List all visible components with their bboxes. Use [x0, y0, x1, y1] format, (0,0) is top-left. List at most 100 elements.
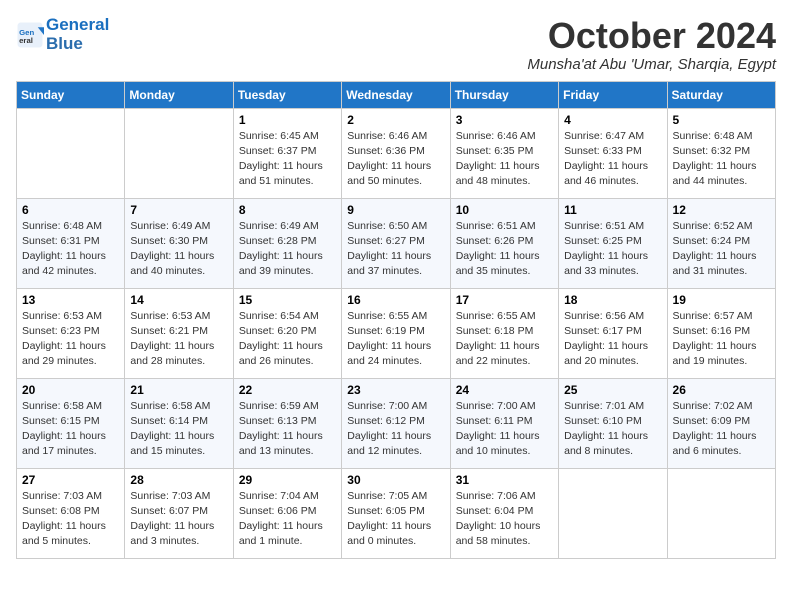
day-info: Sunrise: 7:06 AM Sunset: 6:04 PM Dayligh…	[456, 489, 553, 550]
day-number: 30	[347, 473, 444, 487]
calendar-cell: 22 Sunrise: 6:59 AM Sunset: 6:13 PM Dayli…	[233, 378, 341, 468]
calendar-cell: 4 Sunrise: 6:47 AM Sunset: 6:33 PM Daylig…	[559, 108, 667, 198]
calendar-cell: 5 Sunrise: 6:48 AM Sunset: 6:32 PM Daylig…	[667, 108, 775, 198]
day-number: 25	[564, 383, 661, 397]
day-info: Sunrise: 6:55 AM Sunset: 6:18 PM Dayligh…	[456, 309, 553, 370]
calendar-cell: 29 Sunrise: 7:04 AM Sunset: 6:06 PM Dayli…	[233, 468, 341, 558]
calendar-cell: 16Sunrise: 6:55 AM Sunset: 6:19 PM Dayli…	[342, 288, 450, 378]
day-number: 10	[456, 203, 553, 217]
calendar-table: SundayMondayTuesdayWednesdayThursdayFrid…	[16, 81, 776, 559]
month-title: October 2024	[527, 16, 776, 56]
day-number: 27	[22, 473, 119, 487]
day-number: 20	[22, 383, 119, 397]
day-number: 29	[239, 473, 336, 487]
day-info: Sunrise: 6:48 AM Sunset: 6:31 PM Dayligh…	[22, 219, 119, 280]
day-info: Sunrise: 6:58 AM Sunset: 6:15 PM Dayligh…	[22, 399, 119, 460]
calendar-cell: 13 Sunrise: 6:53 AM Sunset: 6:23 PM Dayli…	[17, 288, 125, 378]
day-info: Sunrise: 7:01 AM Sunset: 6:10 PM Dayligh…	[564, 399, 661, 460]
calendar-week-3: 13 Sunrise: 6:53 AM Sunset: 6:23 PM Dayli…	[17, 288, 776, 378]
calendar-body: 1 Sunrise: 6:45 AM Sunset: 6:37 PM Daylig…	[17, 108, 776, 558]
day-info: Sunrise: 6:48 AM Sunset: 6:32 PM Dayligh…	[673, 129, 770, 190]
day-number: 11	[564, 203, 661, 217]
day-number: 14	[130, 293, 227, 307]
day-number: 26	[673, 383, 770, 397]
day-info: Sunrise: 7:00 AM Sunset: 6:11 PM Dayligh…	[456, 399, 553, 460]
title-area: October 2024 Munsha'at Abu 'Umar, Sharqi…	[527, 16, 776, 73]
calendar-header-friday: Friday	[559, 81, 667, 108]
day-info: Sunrise: 6:52 AM Sunset: 6:24 PM Dayligh…	[673, 219, 770, 280]
calendar-cell: 7 Sunrise: 6:49 AM Sunset: 6:30 PM Daylig…	[125, 198, 233, 288]
day-info: Sunrise: 6:59 AM Sunset: 6:13 PM Dayligh…	[239, 399, 336, 460]
calendar-cell	[667, 468, 775, 558]
day-number: 21	[130, 383, 227, 397]
calendar-cell	[559, 468, 667, 558]
day-info: Sunrise: 6:53 AM Sunset: 6:21 PM Dayligh…	[130, 309, 227, 370]
calendar-cell: 27 Sunrise: 7:03 AM Sunset: 6:08 PM Dayli…	[17, 468, 125, 558]
calendar-cell: 3Sunrise: 6:46 AM Sunset: 6:35 PM Daylig…	[450, 108, 558, 198]
calendar-header-row: SundayMondayTuesdayWednesdayThursdayFrid…	[17, 81, 776, 108]
day-number: 22	[239, 383, 336, 397]
day-number: 3	[456, 113, 553, 127]
calendar-cell: 24 Sunrise: 7:00 AM Sunset: 6:11 PM Dayli…	[450, 378, 558, 468]
day-info: Sunrise: 7:03 AM Sunset: 6:07 PM Dayligh…	[130, 489, 227, 550]
calendar-header-saturday: Saturday	[667, 81, 775, 108]
calendar-cell: 19Sunrise: 6:57 AM Sunset: 6:16 PM Dayli…	[667, 288, 775, 378]
day-number: 23	[347, 383, 444, 397]
day-number: 1	[239, 113, 336, 127]
calendar-cell: 17 Sunrise: 6:55 AM Sunset: 6:18 PM Dayli…	[450, 288, 558, 378]
day-number: 16	[347, 293, 444, 307]
day-info: Sunrise: 7:00 AM Sunset: 6:12 PM Dayligh…	[347, 399, 444, 460]
calendar-cell: 2Sunrise: 6:46 AM Sunset: 6:36 PM Daylig…	[342, 108, 450, 198]
calendar-cell: 21Sunrise: 6:58 AM Sunset: 6:14 PM Dayli…	[125, 378, 233, 468]
day-number: 28	[130, 473, 227, 487]
day-info: Sunrise: 6:47 AM Sunset: 6:33 PM Dayligh…	[564, 129, 661, 190]
calendar-cell	[125, 108, 233, 198]
day-number: 15	[239, 293, 336, 307]
calendar-cell: 18 Sunrise: 6:56 AM Sunset: 6:17 PM Dayli…	[559, 288, 667, 378]
day-info: Sunrise: 6:57 AM Sunset: 6:16 PM Dayligh…	[673, 309, 770, 370]
calendar-cell: 8Sunrise: 6:49 AM Sunset: 6:28 PM Daylig…	[233, 198, 341, 288]
day-number: 5	[673, 113, 770, 127]
calendar-cell: 12Sunrise: 6:52 AM Sunset: 6:24 PM Dayli…	[667, 198, 775, 288]
calendar-cell: 23 Sunrise: 7:00 AM Sunset: 6:12 PM Dayli…	[342, 378, 450, 468]
day-info: Sunrise: 6:51 AM Sunset: 6:25 PM Dayligh…	[564, 219, 661, 280]
calendar-cell	[17, 108, 125, 198]
day-info: Sunrise: 6:50 AM Sunset: 6:27 PM Dayligh…	[347, 219, 444, 280]
day-number: 31	[456, 473, 553, 487]
calendar-cell: 10 Sunrise: 6:51 AM Sunset: 6:26 PM Dayli…	[450, 198, 558, 288]
location-subtitle: Munsha'at Abu 'Umar, Sharqia, Egypt	[527, 56, 776, 73]
day-number: 18	[564, 293, 661, 307]
logo-line2: Blue	[46, 35, 109, 54]
calendar-header-tuesday: Tuesday	[233, 81, 341, 108]
day-info: Sunrise: 6:51 AM Sunset: 6:26 PM Dayligh…	[456, 219, 553, 280]
calendar-header-wednesday: Wednesday	[342, 81, 450, 108]
calendar-week-2: 6Sunrise: 6:48 AM Sunset: 6:31 PM Daylig…	[17, 198, 776, 288]
day-info: Sunrise: 7:02 AM Sunset: 6:09 PM Dayligh…	[673, 399, 770, 460]
day-info: Sunrise: 7:03 AM Sunset: 6:08 PM Dayligh…	[22, 489, 119, 550]
day-number: 7	[130, 203, 227, 217]
day-number: 13	[22, 293, 119, 307]
calendar-cell: 25 Sunrise: 7:01 AM Sunset: 6:10 PM Dayli…	[559, 378, 667, 468]
day-number: 8	[239, 203, 336, 217]
day-info: Sunrise: 6:53 AM Sunset: 6:23 PM Dayligh…	[22, 309, 119, 370]
calendar-week-1: 1 Sunrise: 6:45 AM Sunset: 6:37 PM Daylig…	[17, 108, 776, 198]
day-number: 17	[456, 293, 553, 307]
page-header: Gen eral General Blue October 2024 Munsh…	[16, 16, 776, 73]
day-info: Sunrise: 6:49 AM Sunset: 6:30 PM Dayligh…	[130, 219, 227, 280]
day-number: 4	[564, 113, 661, 127]
logo-icon: Gen eral	[16, 21, 44, 49]
calendar-week-4: 20 Sunrise: 6:58 AM Sunset: 6:15 PM Dayli…	[17, 378, 776, 468]
day-info: Sunrise: 7:04 AM Sunset: 6:06 PM Dayligh…	[239, 489, 336, 550]
day-number: 24	[456, 383, 553, 397]
calendar-cell: 14 Sunrise: 6:53 AM Sunset: 6:21 PM Dayli…	[125, 288, 233, 378]
logo-line1: General	[46, 16, 109, 35]
calendar-week-5: 27 Sunrise: 7:03 AM Sunset: 6:08 PM Dayli…	[17, 468, 776, 558]
calendar-cell: 20 Sunrise: 6:58 AM Sunset: 6:15 PM Dayli…	[17, 378, 125, 468]
day-info: Sunrise: 6:54 AM Sunset: 6:20 PM Dayligh…	[239, 309, 336, 370]
calendar-cell: 9Sunrise: 6:50 AM Sunset: 6:27 PM Daylig…	[342, 198, 450, 288]
calendar-header-thursday: Thursday	[450, 81, 558, 108]
calendar-cell: 28 Sunrise: 7:03 AM Sunset: 6:07 PM Dayli…	[125, 468, 233, 558]
day-info: Sunrise: 6:45 AM Sunset: 6:37 PM Dayligh…	[239, 129, 336, 190]
day-info: Sunrise: 6:56 AM Sunset: 6:17 PM Dayligh…	[564, 309, 661, 370]
calendar-cell: 30Sunrise: 7:05 AM Sunset: 6:05 PM Dayli…	[342, 468, 450, 558]
